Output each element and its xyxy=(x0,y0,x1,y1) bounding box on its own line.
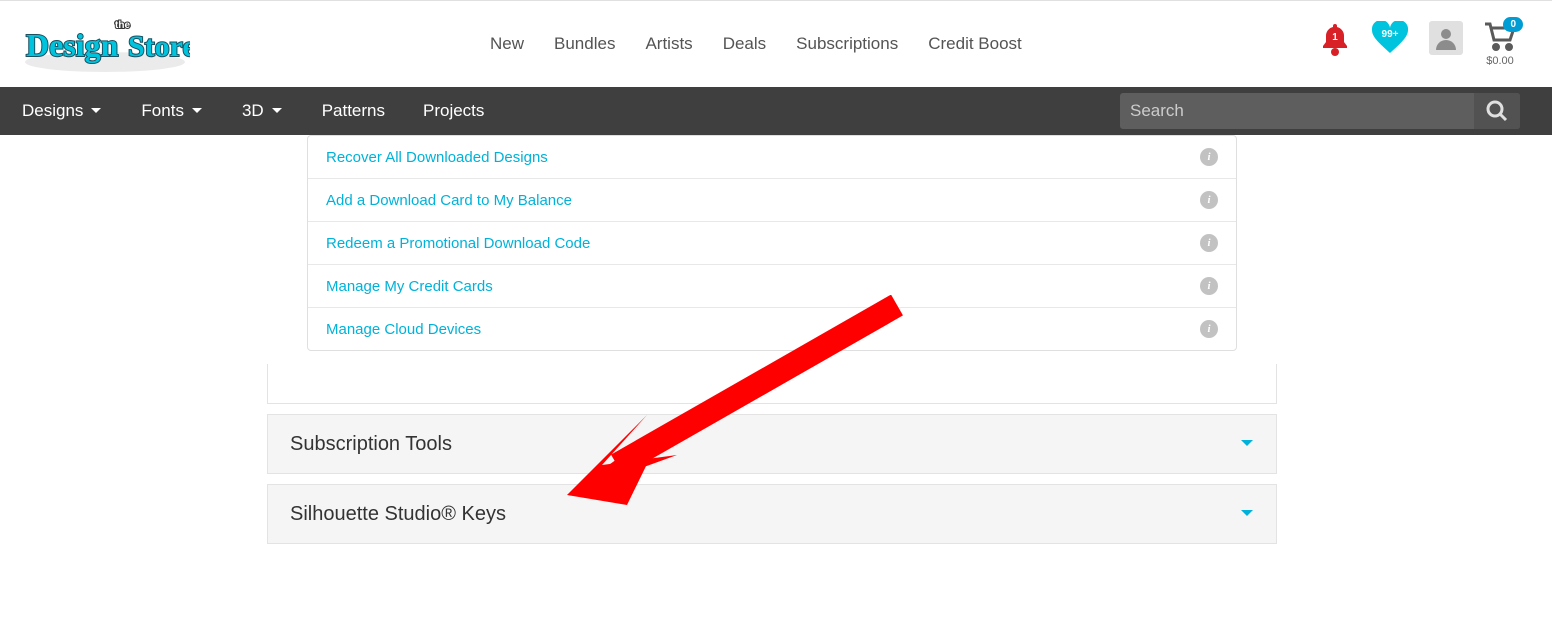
nav-deals[interactable]: Deals xyxy=(723,34,766,54)
info-icon[interactable]: i xyxy=(1200,234,1218,252)
search-button[interactable] xyxy=(1474,93,1520,129)
svg-text:Store: Store xyxy=(128,30,190,63)
nav-fonts-label: Fonts xyxy=(141,101,184,121)
accordion-title: Subscription Tools xyxy=(290,433,452,456)
cart-count: 0 xyxy=(1503,17,1523,32)
nav-artists[interactable]: Artists xyxy=(645,34,692,54)
list-item[interactable]: Recover All Downloaded Designs i xyxy=(308,136,1236,179)
svg-text:Design: Design xyxy=(26,27,119,63)
logo[interactable]: Design Store the xyxy=(20,14,190,74)
notifications-icon[interactable]: 1 xyxy=(1319,21,1351,57)
list-item[interactable]: Redeem a Promotional Download Code i xyxy=(308,222,1236,265)
cart-total: $0.00 xyxy=(1486,55,1514,67)
svg-text:the: the xyxy=(115,20,130,31)
link-manage-cloud-devices[interactable]: Manage Cloud Devices xyxy=(326,321,481,338)
nav-designs[interactable]: Designs xyxy=(22,101,103,121)
nav-projects[interactable]: Projects xyxy=(423,101,484,121)
nav-3d[interactable]: 3D xyxy=(242,101,284,121)
account-links-list: Recover All Downloaded Designs i Add a D… xyxy=(307,135,1237,351)
nav-new[interactable]: New xyxy=(490,34,524,54)
list-item[interactable]: Manage Cloud Devices i xyxy=(308,308,1236,350)
main-content: Recover All Downloaded Designs i Add a D… xyxy=(267,135,1277,544)
notification-count: 1 xyxy=(1319,32,1351,43)
header: Design Store the New Bundles Artists Dea… xyxy=(0,1,1552,87)
link-manage-credit-cards[interactable]: Manage My Credit Cards xyxy=(326,278,493,295)
main-nav: New Bundles Artists Deals Subscriptions … xyxy=(490,34,1022,54)
info-icon[interactable]: i xyxy=(1200,277,1218,295)
accordion-silhouette-studio-keys[interactable]: Silhouette Studio® Keys xyxy=(267,484,1277,544)
chevron-down-icon xyxy=(89,104,103,118)
chevron-down-icon xyxy=(190,104,204,118)
section-bottom-border xyxy=(267,364,1277,404)
user-icon[interactable] xyxy=(1429,21,1463,55)
nav-projects-label: Projects xyxy=(423,101,484,121)
search-input[interactable] xyxy=(1120,101,1474,121)
header-icons: 1 99+ 0 $0.00 xyxy=(1319,21,1532,67)
caret-down-icon xyxy=(1240,439,1254,449)
wishlist-count: 99+ xyxy=(1371,29,1409,40)
secondary-nav: Designs Fonts 3D Patterns Projects xyxy=(0,87,1552,135)
nav-patterns-label: Patterns xyxy=(322,101,385,121)
accordion-subscription-tools[interactable]: Subscription Tools xyxy=(267,414,1277,474)
search-wrap xyxy=(1120,93,1520,129)
search-icon xyxy=(1486,100,1508,122)
caret-down-icon xyxy=(1240,509,1254,519)
wishlist-icon[interactable]: 99+ xyxy=(1371,21,1409,55)
link-add-download-card[interactable]: Add a Download Card to My Balance xyxy=(326,192,572,209)
nav-fonts[interactable]: Fonts xyxy=(141,101,204,121)
nav-bundles[interactable]: Bundles xyxy=(554,34,615,54)
list-item[interactable]: Manage My Credit Cards i xyxy=(308,265,1236,308)
link-recover-downloaded[interactable]: Recover All Downloaded Designs xyxy=(326,149,548,166)
list-item[interactable]: Add a Download Card to My Balance i xyxy=(308,179,1236,222)
info-icon[interactable]: i xyxy=(1200,320,1218,338)
accordion-title: Silhouette Studio® Keys xyxy=(290,503,506,526)
chevron-down-icon xyxy=(270,104,284,118)
nav-designs-label: Designs xyxy=(22,101,83,121)
nav-patterns[interactable]: Patterns xyxy=(322,101,385,121)
info-icon[interactable]: i xyxy=(1200,191,1218,209)
nav-subscriptions[interactable]: Subscriptions xyxy=(796,34,898,54)
nav-3d-label: 3D xyxy=(242,101,264,121)
cart[interactable]: 0 $0.00 xyxy=(1483,21,1517,67)
nav-credit-boost[interactable]: Credit Boost xyxy=(928,34,1022,54)
info-icon[interactable]: i xyxy=(1200,148,1218,166)
link-redeem-promo-code[interactable]: Redeem a Promotional Download Code xyxy=(326,235,590,252)
